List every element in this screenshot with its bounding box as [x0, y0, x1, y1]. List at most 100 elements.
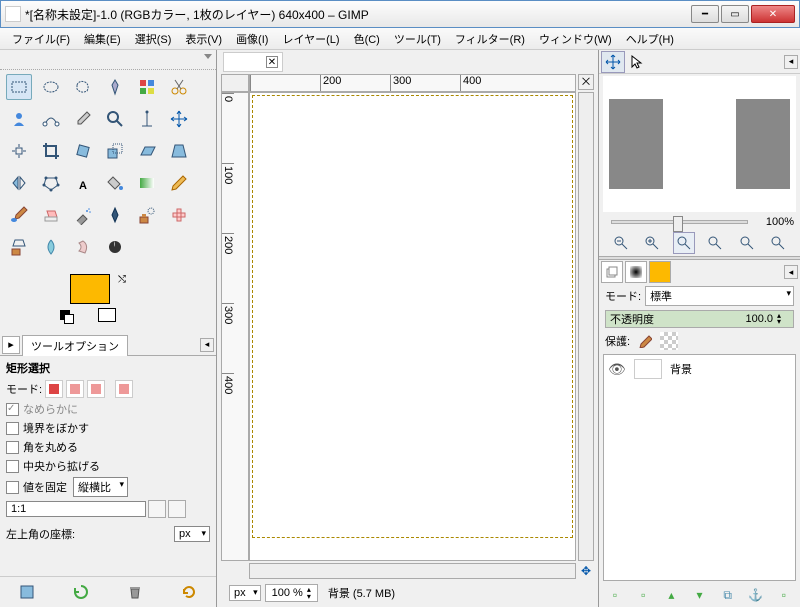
round-checkbox[interactable] — [6, 441, 19, 454]
unit-combo[interactable]: px — [174, 526, 210, 542]
tool-options-tab-icon[interactable]: ▸ — [2, 336, 20, 354]
default-colors-icon[interactable] — [60, 310, 72, 322]
nav-move-icon[interactable] — [601, 51, 625, 73]
blend-tool[interactable] — [134, 170, 160, 196]
ellipse-select-tool[interactable] — [38, 74, 64, 100]
by-color-select-tool[interactable] — [134, 74, 160, 100]
zoom-tool[interactable] — [102, 106, 128, 132]
status-unit-combo[interactable]: px — [229, 585, 261, 601]
cage-tool[interactable] — [38, 170, 64, 196]
zoom-fill-icon[interactable] — [736, 232, 758, 254]
delete-options-icon[interactable] — [124, 581, 146, 603]
clone-tool[interactable] — [134, 202, 160, 228]
antialias-checkbox[interactable] — [6, 403, 19, 416]
vertical-scrollbar[interactable] — [578, 92, 594, 561]
vertical-ruler[interactable]: 0 100 200 300 400 — [221, 92, 249, 561]
portrait-button[interactable] — [148, 500, 166, 518]
menu-edit[interactable]: 編集(E) — [78, 29, 127, 49]
menu-color[interactable]: 色(C) — [348, 29, 386, 49]
menu-select[interactable]: 選択(S) — [129, 29, 178, 49]
lock-alpha-icon[interactable] — [660, 332, 678, 350]
visibility-icon[interactable]: 👁 — [608, 361, 626, 378]
rotate-tool[interactable] — [70, 138, 96, 164]
zoom-100-icon[interactable] — [673, 232, 695, 254]
navigator-preview[interactable] — [603, 76, 796, 212]
duplicate-layer-icon[interactable]: ⧉ — [719, 586, 737, 604]
status-zoom[interactable]: 100 %▴▾ — [265, 584, 318, 602]
restore-options-icon[interactable] — [70, 581, 92, 603]
move-tool[interactable] — [166, 106, 192, 132]
new-group-icon[interactable]: ▫ — [634, 586, 652, 604]
eraser-tool[interactable] — [38, 202, 64, 228]
smudge-tool[interactable] — [70, 234, 96, 260]
menu-tools[interactable]: ツール(T) — [388, 29, 447, 49]
measure-tool[interactable] — [134, 106, 160, 132]
scissors-tool[interactable] — [166, 74, 192, 100]
background-color[interactable] — [98, 308, 116, 322]
landscape-button[interactable] — [168, 500, 186, 518]
flip-tool[interactable] — [6, 170, 32, 196]
dodge-burn-tool[interactable] — [102, 234, 128, 260]
lower-layer-icon[interactable]: ▾ — [690, 586, 708, 604]
paintbrush-tool[interactable] — [6, 202, 32, 228]
color-picker-tool[interactable] — [70, 106, 96, 132]
layer-list[interactable]: 👁 背景 — [603, 354, 796, 581]
align-tool[interactable] — [6, 138, 32, 164]
tab-close-icon[interactable]: ✕ — [266, 56, 278, 68]
layer-item-background[interactable]: 👁 背景 — [604, 355, 795, 383]
menu-filter[interactable]: フィルター(R) — [449, 29, 531, 49]
horizontal-ruler[interactable]: 200 300 400 — [249, 74, 576, 92]
horizontal-scrollbar[interactable] — [249, 563, 576, 579]
crop-tool[interactable] — [38, 138, 64, 164]
menu-help[interactable]: ヘルプ(H) — [620, 29, 680, 49]
airbrush-tool[interactable] — [70, 202, 96, 228]
mode-intersect[interactable] — [115, 380, 133, 398]
fuzzy-select-tool[interactable] — [102, 74, 128, 100]
expand-checkbox[interactable] — [6, 460, 19, 473]
lock-pixels-icon[interactable] — [636, 332, 654, 350]
nav-pointer-icon[interactable] — [625, 51, 649, 73]
pencil-tool[interactable] — [166, 170, 192, 196]
fixed-checkbox[interactable] — [6, 481, 19, 494]
perspective-tool[interactable] — [166, 138, 192, 164]
mode-replace[interactable] — [45, 380, 63, 398]
swap-colors-icon[interactable]: ⤭ — [118, 274, 126, 285]
bucket-fill-tool[interactable] — [102, 170, 128, 196]
tool-options-tab[interactable]: ツールオプション — [22, 335, 128, 356]
zoom-shrink-icon[interactable] — [767, 232, 789, 254]
blur-tool[interactable] — [38, 234, 64, 260]
paths-tab[interactable] — [649, 261, 671, 283]
shear-tool[interactable] — [134, 138, 160, 164]
save-options-icon[interactable] — [16, 581, 38, 603]
fixed-combo[interactable]: 縦横比 — [73, 477, 128, 497]
close-button[interactable]: ✕ — [751, 5, 795, 23]
tab-menu-icon[interactable]: ◂ — [200, 338, 214, 352]
layer-mode-combo[interactable]: 標準 — [645, 286, 794, 306]
layers-menu-icon[interactable]: ◂ — [784, 265, 798, 279]
menu-window[interactable]: ウィンドウ(W) — [533, 29, 618, 49]
reset-options-icon[interactable] — [178, 581, 200, 603]
zoom-out-icon[interactable] — [610, 232, 632, 254]
toolbox-header[interactable] — [0, 50, 216, 70]
channels-tab[interactable] — [625, 261, 647, 283]
foreground-select-tool[interactable] — [6, 106, 32, 132]
new-layer-icon[interactable]: ▫ — [606, 586, 624, 604]
color-swatch[interactable]: ⤭ — [70, 274, 130, 322]
layers-tab[interactable] — [601, 261, 623, 283]
perspective-clone-tool[interactable] — [6, 234, 32, 260]
layer-name[interactable]: 背景 — [670, 361, 692, 377]
scale-tool[interactable] — [102, 138, 128, 164]
ruler-corner[interactable] — [221, 74, 249, 92]
mode-subtract[interactable] — [87, 380, 105, 398]
mode-add[interactable] — [66, 380, 84, 398]
navigation-corner-icon[interactable]: ✥ — [578, 563, 594, 579]
ratio-input[interactable] — [6, 501, 146, 517]
menu-view[interactable]: 表示(V) — [179, 29, 228, 49]
zoom-in-icon[interactable] — [641, 232, 663, 254]
opacity-slider[interactable]: 不透明度 100.0 ▴▾ — [605, 310, 794, 328]
free-select-tool[interactable] — [70, 74, 96, 100]
heal-tool[interactable] — [166, 202, 192, 228]
paths-tool[interactable] — [38, 106, 64, 132]
canvas[interactable] — [249, 92, 576, 561]
nav-menu-icon[interactable]: ◂ — [784, 55, 798, 69]
